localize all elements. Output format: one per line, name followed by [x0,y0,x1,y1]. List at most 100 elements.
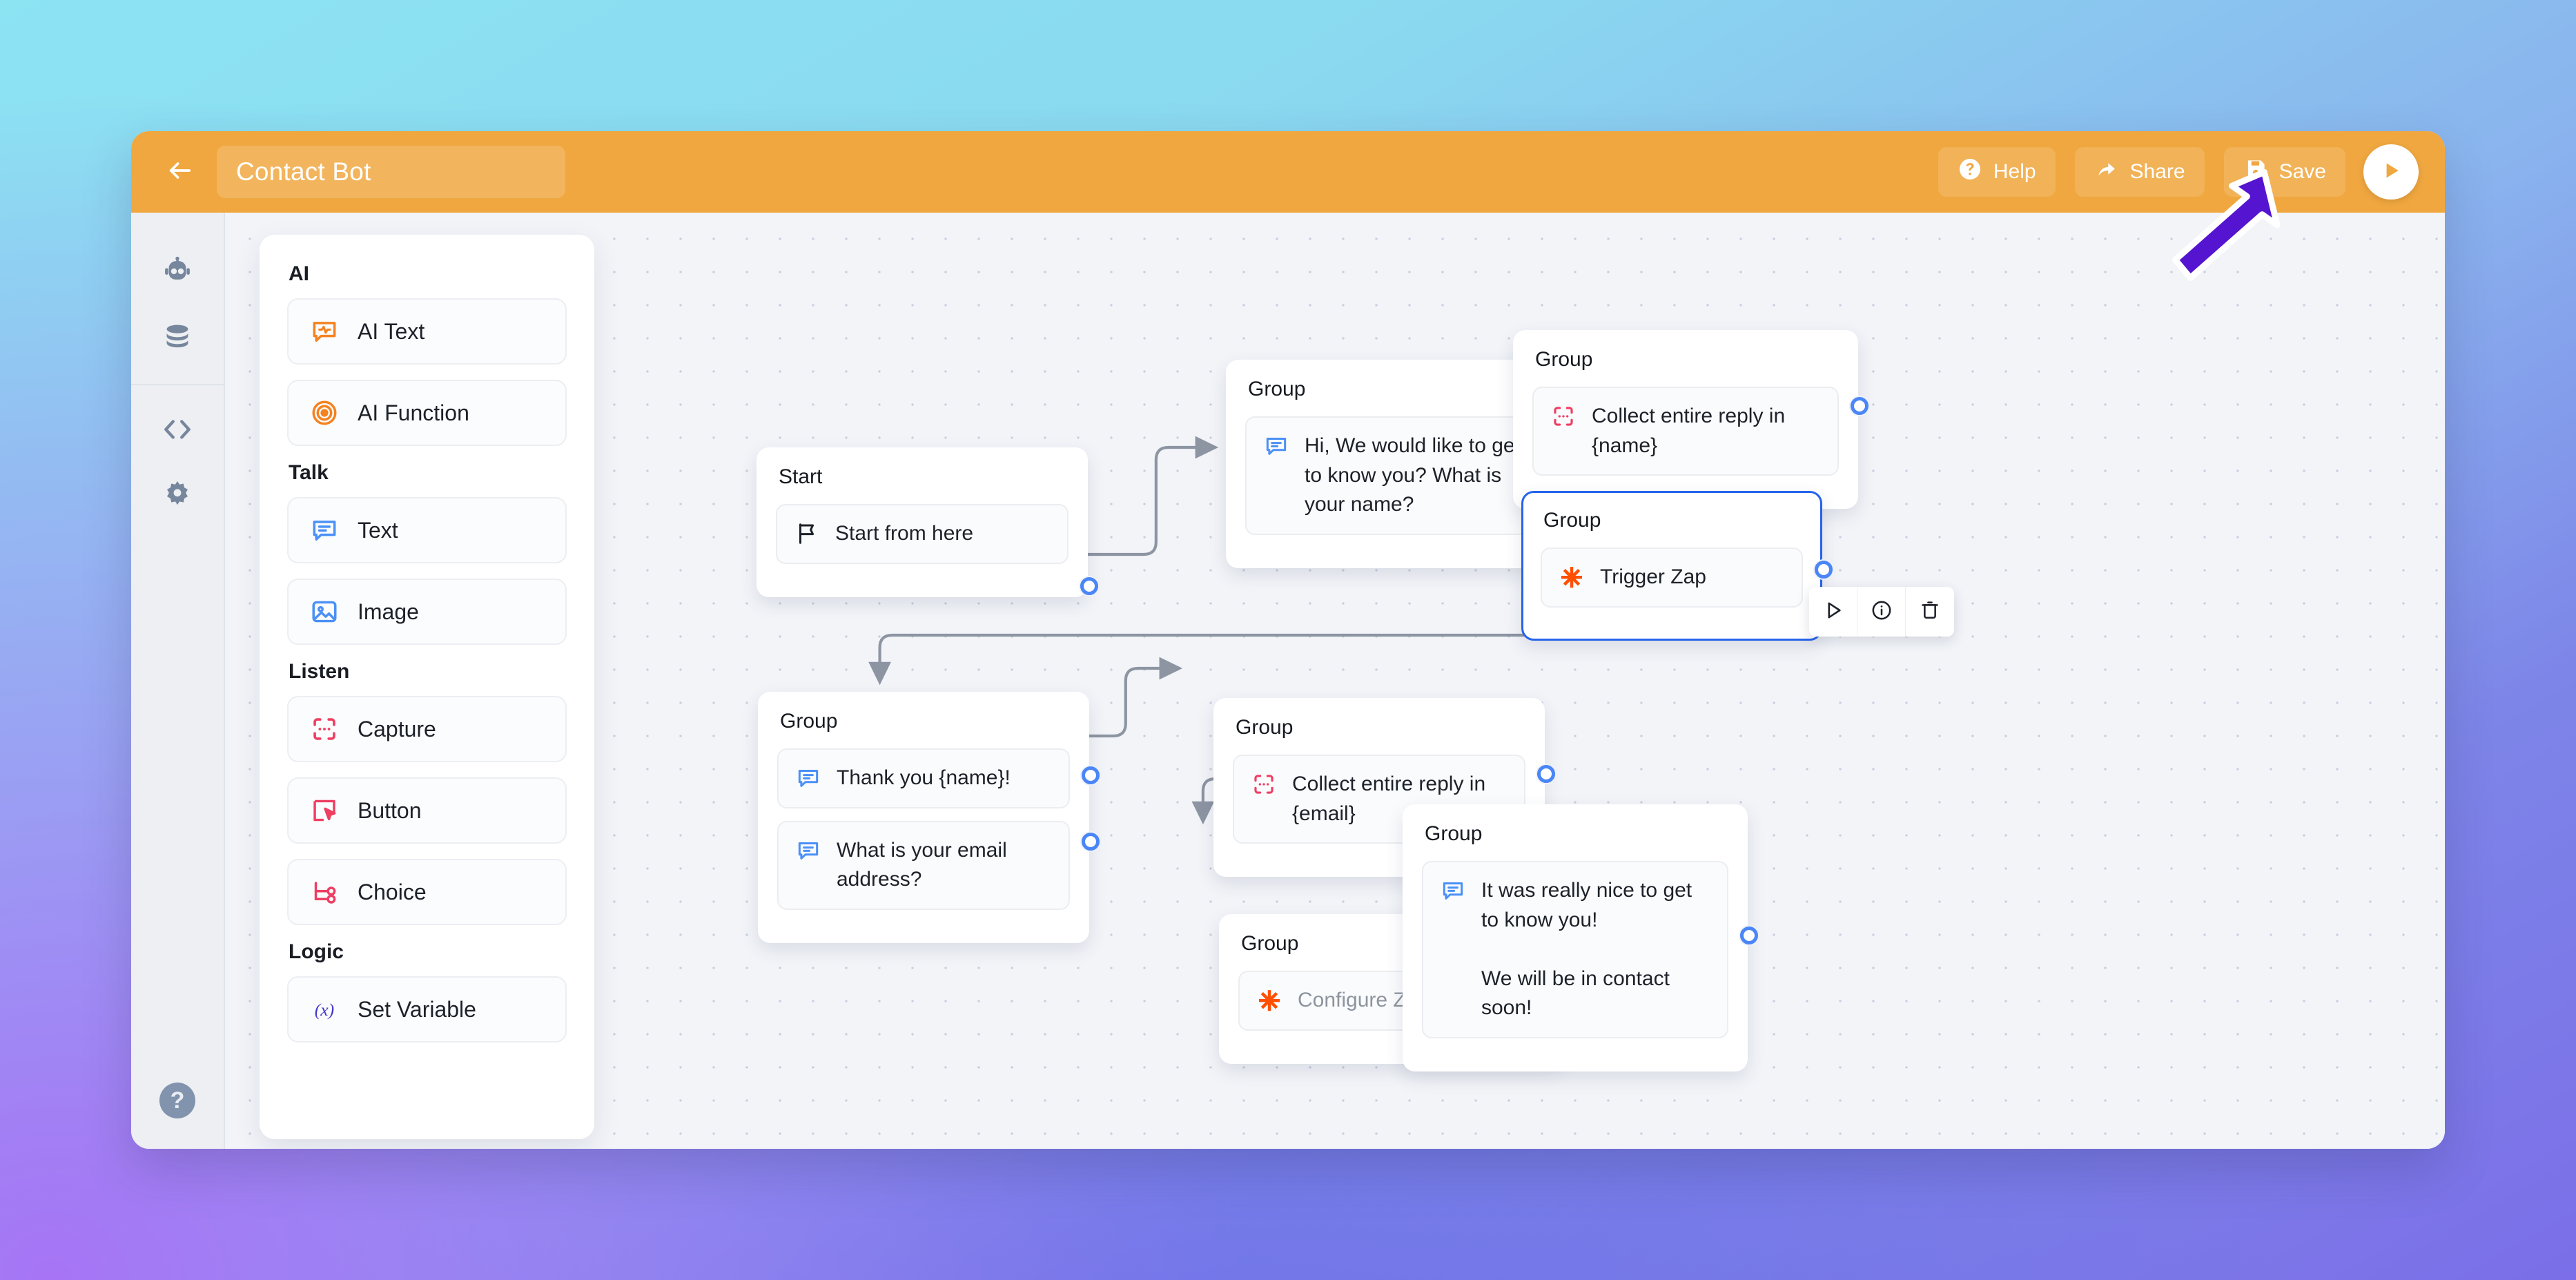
palette-block-label: Image [358,599,419,624]
palette-block-ai-function[interactable]: AI Function [287,380,567,446]
palette-block-label: Button [358,797,422,823]
node-step-label: Hi, We would like to get to know you? Wh… [1305,434,1521,516]
help-glyph: ? [170,1087,185,1114]
delete-node-button[interactable] [1906,587,1954,637]
save-button[interactable]: Save [2223,147,2345,197]
node-output-handle[interactable] [1080,765,1101,786]
flow-node-start[interactable]: Start Start from here [757,447,1100,597]
node-title: Group [1236,716,1294,739]
node-step-farewell-text[interactable]: It was really nice to get to know you! W… [1422,861,1728,1038]
icon-rail: ? [131,213,225,1149]
node-step-greeting-text[interactable]: Hi, We would like to get to know you? Wh… [1245,416,1552,535]
share-arrow-icon [2094,157,2119,187]
sidebar-item-settings[interactable] [144,464,211,530]
palette-block-choice[interactable]: Choice [287,859,567,925]
zapier-icon [1256,987,1282,1014]
node-step-label: What is your email address? [837,838,1007,891]
flow-canvas[interactable]: AI AI Text AI Function Talk Text Image L… [225,213,2445,1149]
node-step-label: Thank you {name}! [837,766,1011,789]
node-step-label: Start from here [835,522,974,545]
trash-icon [1918,599,1942,626]
node-output-handle[interactable] [1080,831,1101,852]
palette-section-title-talk: Talk [289,461,329,484]
button-cursor-icon [309,795,340,826]
node-title: Group [1543,509,1601,532]
palette-block-capture[interactable]: Capture [287,696,567,762]
node-action-toolbar[interactable] [1809,587,1954,637]
text-bubble-icon [309,515,340,545]
play-icon [1822,599,1845,626]
palette-block-set-variable[interactable]: (x) Set Variable [287,976,567,1043]
flow-node-capture-name[interactable]: Group Collect entire reply in {name} [1513,330,1870,510]
floppy-save-icon [2243,157,2268,187]
rail-divider [131,384,224,385]
back-button[interactable] [155,146,206,197]
question-circle-icon [1958,157,1982,187]
node-step-ask-email[interactable]: What is your email address? [777,820,1070,910]
variables-button[interactable]: (x) [658,146,709,197]
bot-name-input[interactable] [217,146,565,198]
help-button[interactable]: Help [1938,147,2056,197]
palette-block-ai-text[interactable]: AI Text [287,298,567,365]
help-label: Help [1993,160,2036,183]
image-icon [309,597,340,627]
node-title: Start [779,465,823,488]
blocks-palette[interactable]: AI AI Text AI Function Talk Text Image L… [260,235,594,1139]
node-output-handle[interactable] [1813,559,1834,580]
node-output-handle[interactable] [1739,925,1759,946]
flow-node-trigger-zap[interactable]: Group Trigger Zap [1521,491,1834,641]
node-step-label: Collect entire reply in {name} [1592,405,1786,457]
palette-section-title-logic: Logic [289,940,344,963]
palette-section-title-ai: AI [289,262,309,285]
node-output-handle[interactable] [1536,764,1557,784]
database-icon [160,321,195,359]
run-bot-button[interactable] [2363,144,2419,200]
ai-function-icon [309,398,340,428]
flag-icon [794,521,820,547]
share-button[interactable]: Share [2074,147,2205,197]
sidebar-item-knowledge-base[interactable] [144,307,211,373]
node-title: Group [1425,822,1483,845]
app-window: (x) Help Share [131,131,2445,1149]
node-title: Group [780,710,838,733]
node-output-handle[interactable] [1079,576,1100,597]
node-step-thank-you[interactable]: Thank you {name}! [777,748,1070,808]
code-icon [160,412,195,450]
app-header: (x) Help Share [131,131,2445,213]
robot-icon [160,255,195,293]
flow-node-farewell[interactable]: Group It was really nice to get to know … [1403,804,1759,1071]
sidebar-item-developer[interactable] [144,398,211,464]
palette-block-label: AI Function [358,400,469,425]
text-bubble-icon [1263,433,1289,459]
palette-block-label: Choice [358,879,427,904]
node-title: Group [1535,348,1593,371]
set-variable-icon: (x) [309,994,340,1025]
palette-block-button[interactable]: Button [287,777,567,844]
node-output-handle[interactable] [1849,396,1870,416]
node-info-button[interactable] [1857,587,1906,637]
palette-section-title-listen: Listen [289,660,350,683]
info-icon [1870,599,1893,626]
text-bubble-icon [795,837,821,864]
palette-block-label: AI Text [358,318,425,344]
capture-icon [1550,403,1577,429]
node-step-start-from-here[interactable]: Start from here [776,504,1069,564]
run-from-here-button[interactable] [1809,587,1857,637]
palette-block-text[interactable]: Text [287,497,567,563]
palette-block-label: Text [358,517,398,543]
node-step-trigger-zap[interactable]: Trigger Zap [1541,547,1803,608]
share-label: Share [2129,160,2185,183]
palette-block-image[interactable]: Image [287,579,567,645]
edit-description-button[interactable] [586,146,637,197]
palette-block-label: Set Variable [358,996,476,1022]
node-step-collect-name[interactable]: Collect entire reply in {name} [1532,387,1839,476]
help-fab-button[interactable]: ? [159,1083,195,1118]
sidebar-item-bot-designer[interactable] [144,240,211,307]
node-step-label: It was really nice to get to know you! W… [1481,879,1692,1020]
text-bubble-icon [1440,877,1466,904]
capture-icon [1251,771,1277,797]
node-title: Group [1248,378,1306,400]
capture-icon [309,714,340,744]
svg-text:(x): (x) [315,1000,334,1020]
flow-node-thank-you[interactable]: Group Thank you {name}! What is your ema… [758,692,1101,943]
